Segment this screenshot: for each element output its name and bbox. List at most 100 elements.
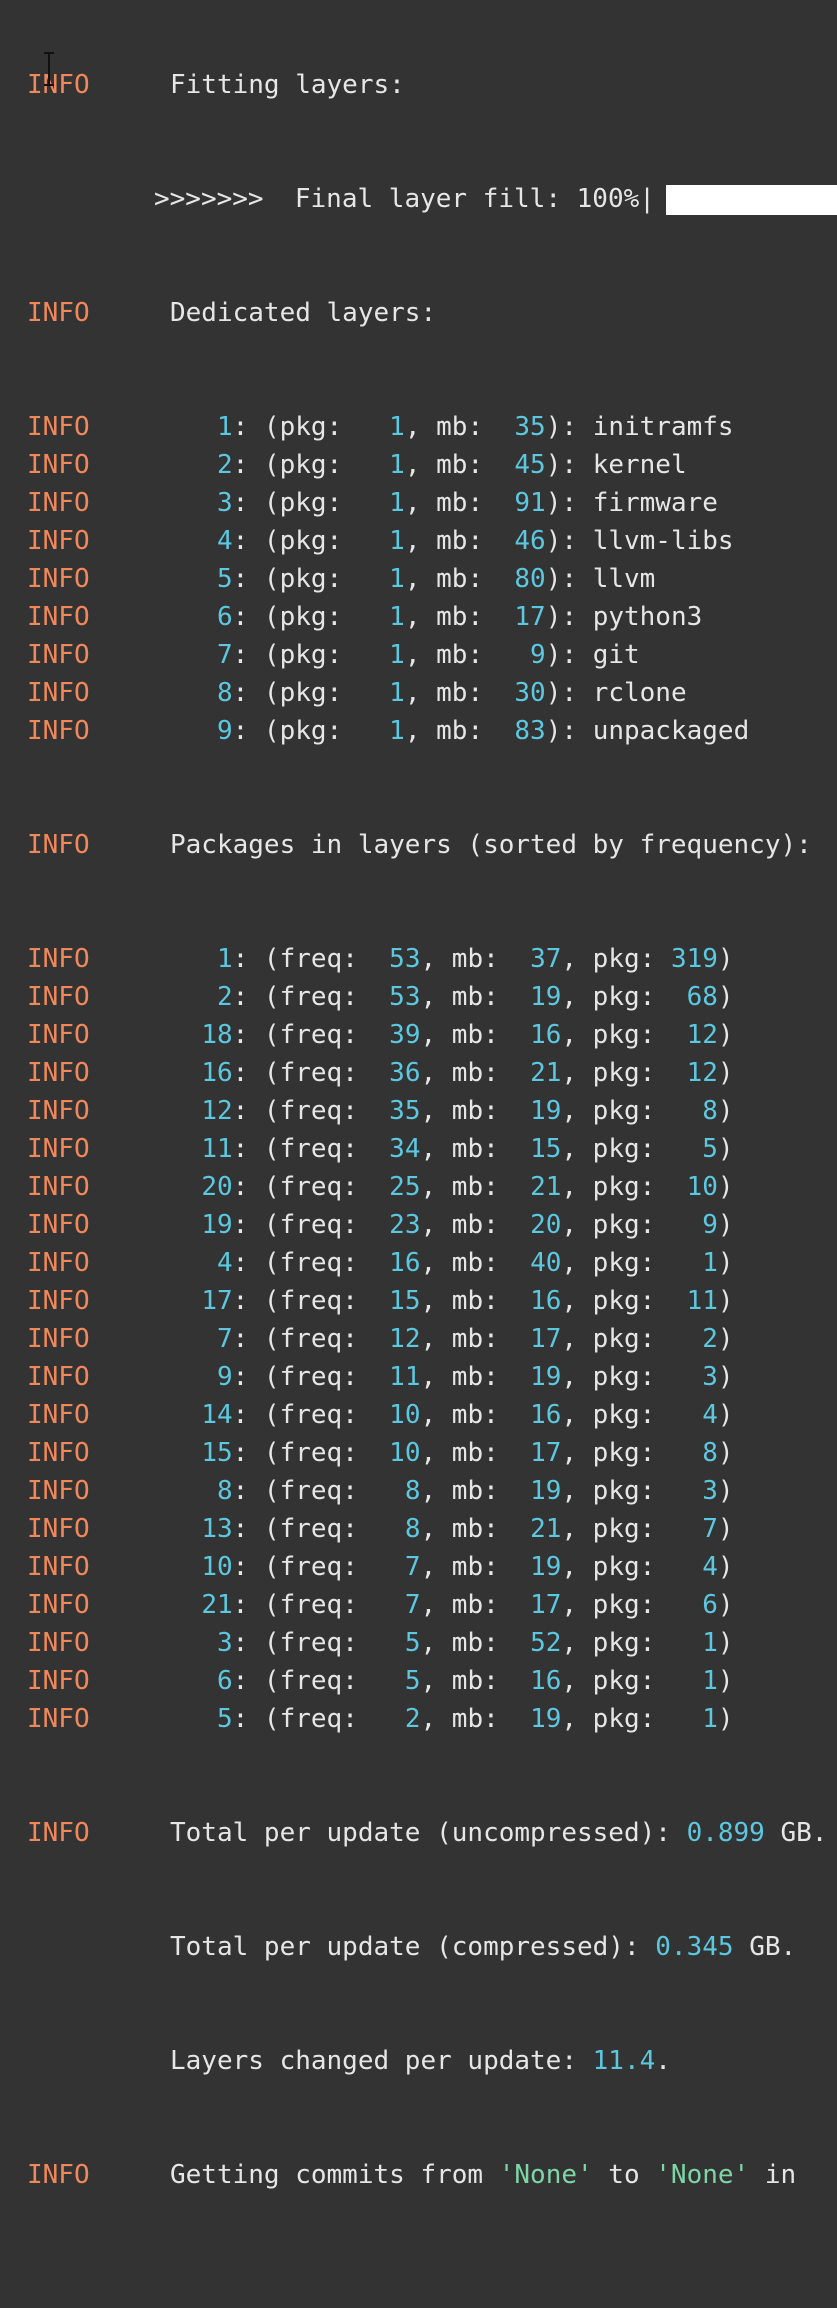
sep: ): [545, 412, 593, 442]
log-level: INFO [27, 1210, 90, 1240]
pad [170, 1134, 201, 1164]
log-level: INFO [27, 830, 90, 860]
dedicated-layer-row: INFO 6: (pkg: 1, mb: 17): python3 [0, 598, 837, 636]
log-level: INFO [27, 488, 90, 518]
sep: , mb: [420, 1020, 531, 1050]
layer-name: llvm [592, 564, 656, 594]
sep: , pkg: [561, 1286, 671, 1316]
package-index: 20 [201, 1172, 233, 1202]
size-mb: 21 [530, 1172, 562, 1202]
sep: , mb: [420, 1210, 531, 1240]
pkg-count: 1 [373, 488, 405, 518]
package-row: INFO 12: (freq: 35, mb: 19, pkg: 8) [0, 1092, 837, 1130]
sep: , pkg: [561, 1248, 671, 1278]
layer-name: firmware [592, 488, 718, 518]
sep: , mb: [404, 526, 515, 556]
log-level: INFO [27, 2160, 90, 2190]
size-mb: 19 [530, 982, 562, 1012]
sep: , mb: [420, 1096, 531, 1126]
package-row: INFO 5: (freq: 2, mb: 19, pkg: 1) [0, 1700, 837, 1738]
package-row: INFO 7: (freq: 12, mb: 17, pkg: 2) [0, 1320, 837, 1358]
size-mb: 83 [514, 716, 546, 746]
sep: , mb: [420, 1476, 531, 1506]
frequency: 35 [389, 1096, 421, 1126]
sep: , pkg: [561, 1476, 671, 1506]
sep: : (freq: [232, 944, 390, 974]
sep: , mb: [420, 1172, 531, 1202]
sep: , mb: [420, 982, 531, 1012]
sep: , pkg: [561, 1172, 671, 1202]
package-index: 18 [201, 1020, 233, 1050]
log-level: INFO [27, 298, 90, 328]
pkg-count: 2 [670, 1324, 718, 1354]
dedicated-layer-row: INFO 4: (pkg: 1, mb: 46): llvm-libs [0, 522, 837, 560]
pad [170, 1020, 201, 1050]
sep: ): [545, 678, 593, 708]
package-index: 2 [201, 982, 233, 1012]
log-level: INFO [27, 1324, 90, 1354]
text: to [592, 2160, 656, 2190]
sep: , mb: [420, 1628, 531, 1658]
row-text: 21: (freq: 7, mb: 17, pkg: 6) [170, 1586, 733, 1624]
pkg-count: 1 [373, 602, 405, 632]
pad [170, 944, 201, 974]
sep: ) [717, 1362, 734, 1392]
pkg-count: 12 [670, 1020, 718, 1050]
progress-text: >>>>>>> Final layer fill: 100%| [154, 184, 655, 214]
sep: : (freq: [232, 1058, 390, 1088]
layer-index: 2 [201, 450, 233, 480]
size-mb: 16 [530, 1286, 562, 1316]
pad [170, 640, 201, 670]
dedicated-layer-row: INFO 7: (pkg: 1, mb: 9): git [0, 636, 837, 674]
frequency: 39 [389, 1020, 421, 1050]
sep: ) [717, 1058, 734, 1088]
sep: : (freq: [232, 1210, 390, 1240]
row-text: 1: (freq: 53, mb: 37, pkg: 319) [170, 940, 734, 978]
packages-list: INFO 1: (freq: 53, mb: 37, pkg: 319) INFO… [0, 940, 837, 1738]
sep: , mb: [404, 602, 515, 632]
row-text: 9: (freq: 11, mb: 19, pkg: 3) [170, 1358, 734, 1396]
sep: , pkg: [561, 1362, 671, 1392]
row-text: 6: (pkg: 1, mb: 17): python3 [170, 598, 702, 636]
row-text: 2: (pkg: 1, mb: 45): kernel [170, 446, 687, 484]
dedicated-layer-row: INFO 2: (pkg: 1, mb: 45): kernel [0, 446, 837, 484]
pkg-count: 8 [670, 1438, 718, 1468]
sep: : (freq: [232, 1020, 390, 1050]
package-row: INFO 11: (freq: 34, mb: 15, pkg: 5) [0, 1130, 837, 1168]
size-mb: 17 [530, 1324, 562, 1354]
pkg-count: 4 [670, 1400, 718, 1430]
row-text: 16: (freq: 36, mb: 21, pkg: 12) [170, 1054, 734, 1092]
package-row: INFO 17: (freq: 15, mb: 16, pkg: 11) [0, 1282, 837, 1320]
row-text: 4: (freq: 16, mb: 40, pkg: 1) [170, 1244, 734, 1282]
unit: GB. [733, 1932, 797, 1962]
total-uncompressed: Total per update (uncompressed): 0.899 G… [170, 1814, 827, 1852]
layer-name: llvm-libs [592, 526, 734, 556]
sep: , mb: [420, 1704, 531, 1734]
row-text: 6: (freq: 5, mb: 16, pkg: 1) [170, 1662, 734, 1700]
sep: : (freq: [232, 1400, 390, 1430]
frequency: 15 [389, 1286, 421, 1316]
pad [170, 1286, 201, 1316]
log-level: INFO [27, 450, 90, 480]
sep: ) [717, 1286, 734, 1316]
pkg-count: 1 [373, 564, 405, 594]
pkg-count: 5 [670, 1134, 718, 1164]
size-mb: 21 [530, 1058, 562, 1088]
log-level: INFO [27, 1362, 90, 1392]
layers-changed: Layers changed per update: 11.4. [170, 2042, 671, 2080]
sep: , pkg: [561, 1514, 671, 1544]
sep: : (pkg: [232, 564, 374, 594]
sep: , pkg: [561, 944, 671, 974]
sep: , mb: [420, 944, 531, 974]
sep: : (freq: [232, 1248, 390, 1278]
package-index: 7 [201, 1324, 233, 1354]
pkg-count: 9 [670, 1210, 718, 1240]
terminal-output[interactable]: INFO Fitting layers: >>>>>>> Final layer… [0, 0, 837, 2232]
layer-index: 1 [201, 412, 233, 442]
sep: ): [545, 450, 593, 480]
sep: , mb: [420, 1400, 531, 1430]
row-text: 17: (freq: 15, mb: 16, pkg: 11) [170, 1282, 734, 1320]
sep: ) [717, 1248, 734, 1278]
row-text: 13: (freq: 8, mb: 21, pkg: 7) [170, 1510, 733, 1548]
package-index: 8 [201, 1476, 233, 1506]
